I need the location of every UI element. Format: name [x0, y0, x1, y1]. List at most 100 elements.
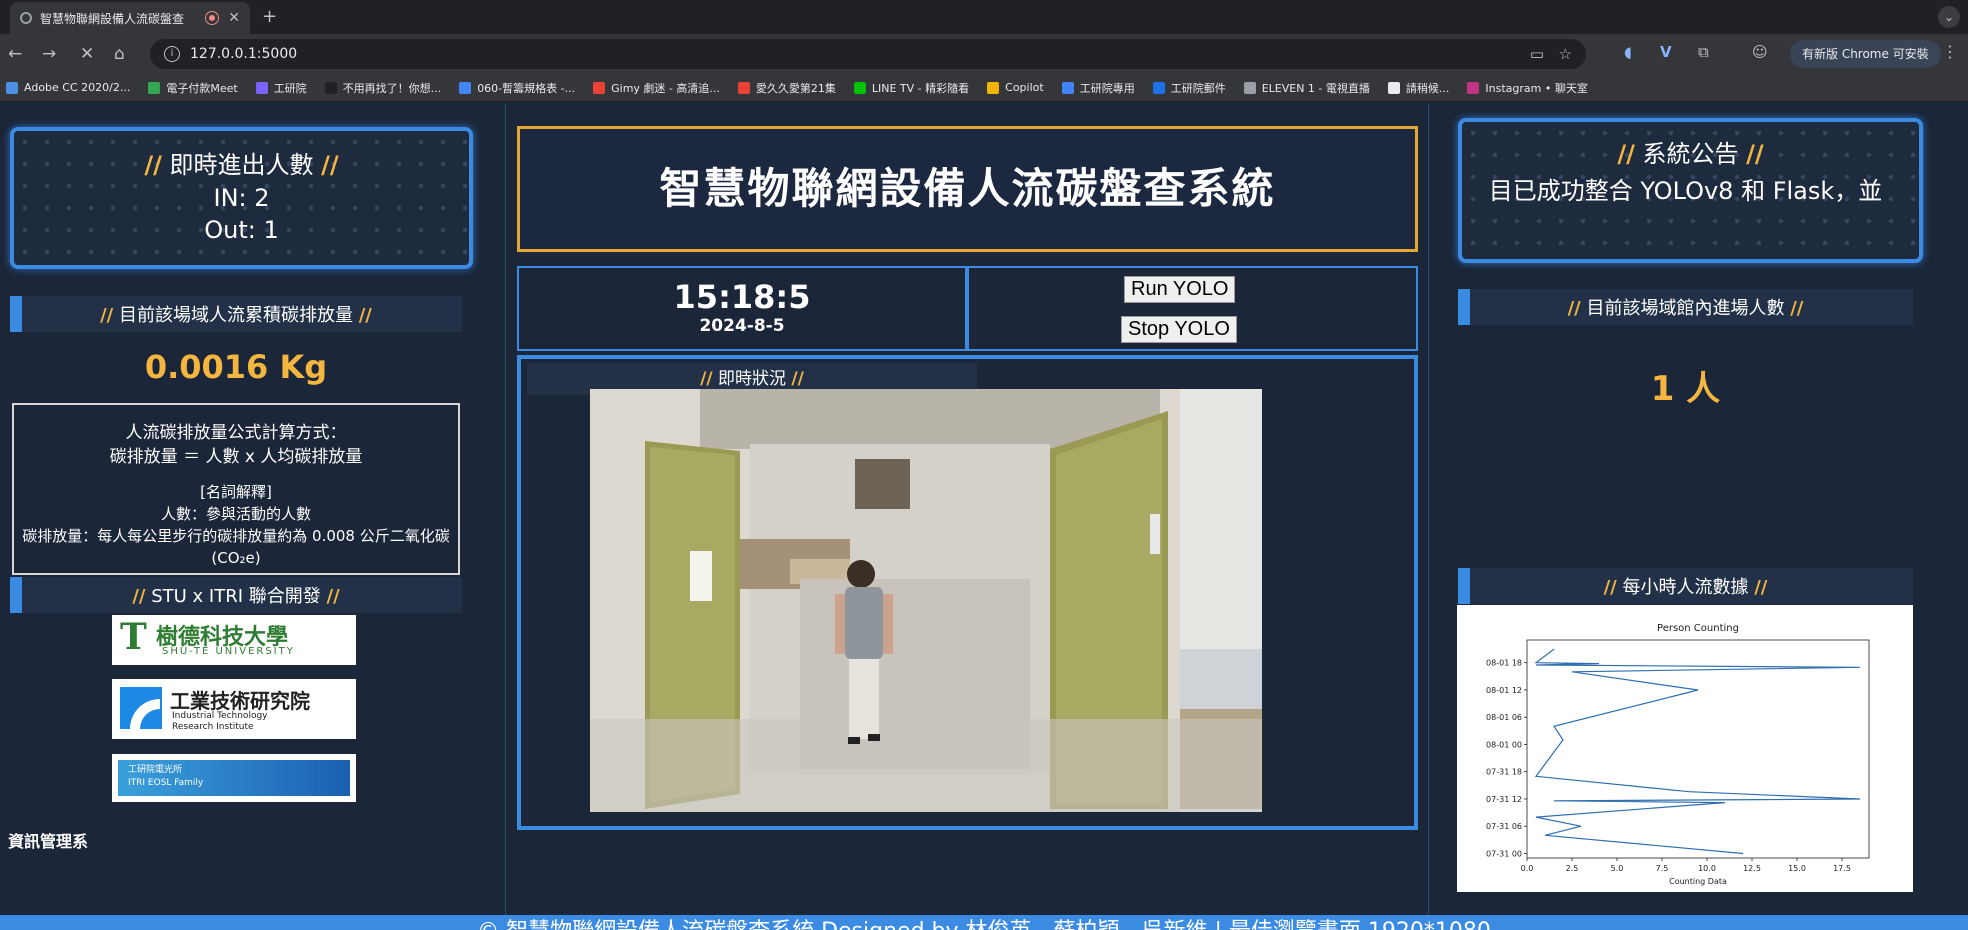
formula-text: 碳排放量 ＝ 人數 x 人均碳排放量: [109, 447, 363, 467]
carbon-value: 0.0016 Kg: [144, 348, 328, 386]
x-tick-label: 5.0: [1611, 864, 1624, 873]
bookmark-item[interactable]: 060-暫籌規格表 -...: [459, 80, 575, 96]
dev-header: // STU x ITRI 聯合開發 //: [10, 577, 462, 613]
url-text: 127.0.0.1:5000: [190, 46, 298, 62]
stop-icon[interactable]: ✕: [80, 44, 94, 64]
bookmark-favicon-icon: [255, 81, 268, 94]
recording-icon: [206, 12, 219, 24]
people-header: // 目前該場域館內進場人數 //: [1458, 289, 1913, 325]
series-line: [1534, 648, 1861, 855]
camera-feed: [590, 389, 1262, 812]
extensions-icon[interactable]: ⧉: [1698, 43, 1709, 61]
browser-tabbar: 智慧物聯網設備人流碳盤查 ✕ + ⌄: [0, 0, 1968, 34]
hourly-chart-svg: Person Counting 0.0 2.5 5.0 7.5 10.0 12.5 15.0 1…: [1486, 623, 1870, 886]
y-tick-label: 07-31 06: [1486, 822, 1522, 831]
close-tab-icon[interactable]: ✕: [228, 10, 240, 26]
bookmark-favicon-icon: [593, 81, 606, 94]
bookmark-favicon-icon: [1243, 81, 1256, 94]
y-tick-label: 08-01 06: [1486, 713, 1522, 722]
in-count: IN: 2: [213, 184, 270, 212]
notice-title: // 系統公告 //: [1617, 140, 1764, 168]
bookmark-item[interactable]: 不用再找了！你想...: [324, 80, 442, 96]
bookmarks-bar: Adobe CC 2020/2... 電子付款Meet 工研院 不用再找了！你想...…: [0, 74, 1968, 102]
control-panel: Run YOLO Stop YOLO: [967, 266, 1418, 351]
tab-search-button[interactable]: ⌄: [1938, 6, 1960, 28]
footer-text: © 智慧物聯網設備人流碳盤查系統 Designed by 林俊英、蘇柏穎、吳新維…: [477, 919, 1491, 930]
glossary-people: 人數：參與活動的人數: [160, 505, 311, 523]
bookmark-item[interactable]: 工研院: [255, 80, 307, 96]
glossary-title: [名詞解釋]: [200, 483, 272, 501]
address-bar[interactable]: i 127.0.0.1:5000 ▭ ☆: [150, 39, 1586, 69]
clock-date: 2024-8-5: [699, 316, 785, 336]
bookmark-favicon-icon: [148, 81, 161, 94]
bookmark-label: 工研院專用: [1079, 81, 1135, 95]
loading-icon: [20, 12, 32, 24]
bookmark-item[interactable]: 請稍候...: [1387, 80, 1450, 96]
bookmark-item[interactable]: LINE TV - 精彩隨看: [853, 80, 969, 96]
panel-title: // 即時進出人數 //: [144, 151, 339, 179]
new-tab-button[interactable]: +: [262, 6, 277, 27]
y-tick-label: 08-01 00: [1486, 740, 1522, 749]
bookmark-item[interactable]: Instagram • 聊天室: [1467, 80, 1588, 96]
bookmark-label: 電子付款Meet: [166, 81, 238, 95]
bookmark-star-icon[interactable]: ☆: [1559, 39, 1572, 69]
profile-icon[interactable]: ☺: [1752, 43, 1768, 61]
people-value: 1 人: [1650, 369, 1721, 409]
back-icon[interactable]: ←: [8, 44, 22, 64]
page-title: 智慧物聯網設備人流碳盤查系統: [517, 126, 1418, 252]
extension-sound-icon[interactable]: ◖: [1624, 43, 1632, 61]
extension-v-icon[interactable]: V: [1660, 43, 1672, 61]
bookmark-item[interactable]: Copilot: [987, 81, 1044, 94]
site-info-icon[interactable]: i: [164, 46, 180, 62]
bookmark-label: 060-暫籌規格表 -...: [477, 81, 576, 95]
formula-title: 人流碳排放量公式計算方式：: [125, 423, 347, 443]
bookmark-item[interactable]: Gimy 劇迷 - 高清追...: [593, 80, 720, 96]
divider: [505, 103, 506, 915]
stop-yolo-button[interactable]: Stop YOLO: [1121, 316, 1237, 343]
bookmark-item[interactable]: ELEVEN 1 - 電視直播: [1243, 80, 1370, 96]
bookmark-item[interactable]: 工研院專用: [1061, 80, 1135, 96]
bookmark-favicon-icon: [459, 81, 472, 94]
footer-bar: © 智慧物聯網設備人流碳盤查系統 Designed by 林俊英、蘇柏穎、吳新維…: [0, 915, 1968, 930]
bookmark-label: Copilot: [1005, 81, 1044, 94]
bookmark-item[interactable]: 愛久久愛第21集: [737, 80, 836, 96]
menu-kebab-icon[interactable]: ⋮: [1942, 42, 1958, 61]
live-panel: // 即時狀況 //: [517, 355, 1418, 830]
bookmark-favicon-icon: [1152, 81, 1165, 94]
bookmark-label: 請稍候...: [1405, 81, 1450, 95]
chrome-update-button[interactable]: 有新版 Chrome 可安裝: [1790, 40, 1941, 68]
itri-logo: 工業技術研究院 Industrial Technology Research I…: [112, 679, 356, 739]
hourly-chart: Person Counting 0.0 2.5 5.0 7.5 10.0 12.5 15.0 1…: [1457, 605, 1913, 892]
chart-header: // 每小時人流數據 //: [1458, 568, 1913, 604]
x-tick-label: 12.5: [1743, 864, 1761, 873]
run-yolo-button[interactable]: Run YOLO: [1124, 276, 1236, 303]
formula-box: 人流碳排放量公式計算方式： 碳排放量 ＝ 人數 x 人均碳排放量 [名詞解釋] …: [12, 403, 460, 575]
camera-icon[interactable]: ▭: [1530, 39, 1544, 69]
forward-icon[interactable]: →: [42, 44, 56, 64]
bookmark-favicon-icon: [853, 81, 866, 94]
bookmark-item[interactable]: Adobe CC 2020/2...: [6, 81, 130, 94]
y-tick-label: 08-01 12: [1486, 686, 1522, 695]
chart-title: Person Counting: [1657, 623, 1739, 634]
bookmark-label: ELEVEN 1 - 電視直播: [1261, 81, 1370, 95]
bookmark-favicon-icon: [737, 81, 750, 94]
notice-panel: // 系統公告 // 目已成功整合 YOLOv8 和 Flask，並: [1458, 118, 1923, 263]
x-axis-label: Counting Data: [1669, 877, 1727, 886]
bookmark-label: 不用再找了！你想...: [342, 81, 442, 95]
bookmark-item[interactable]: 工研院郵件: [1152, 80, 1226, 96]
bookmark-label: 工研院: [273, 81, 307, 95]
carbon-header: // 目前該場域人流累積碳排放量 //: [10, 296, 462, 332]
bookmark-favicon-icon: [987, 81, 1000, 94]
divider: [1428, 103, 1429, 915]
itri-mark-icon: [120, 687, 162, 729]
bookmark-favicon-icon: [1387, 81, 1400, 94]
glossary-carbon: 碳排放量：每人每公里步行的碳排放量約為 0.008 公斤二氧化碳(CO₂e): [22, 527, 450, 567]
x-tick-label: 2.5: [1566, 864, 1579, 873]
bookmark-item[interactable]: 電子付款Meet: [148, 80, 238, 96]
bookmark-favicon-icon: [1061, 81, 1074, 94]
tab-title: 智慧物聯網設備人流碳盤查: [40, 11, 185, 26]
browser-tab[interactable]: 智慧物聯網設備人流碳盤查 ✕: [10, 2, 250, 34]
home-icon[interactable]: ⌂: [114, 44, 125, 64]
eosl-logo: 工研院電光所 ITRI EOSL Family: [112, 754, 356, 802]
dept-label: 資訊管理系: [8, 832, 89, 851]
